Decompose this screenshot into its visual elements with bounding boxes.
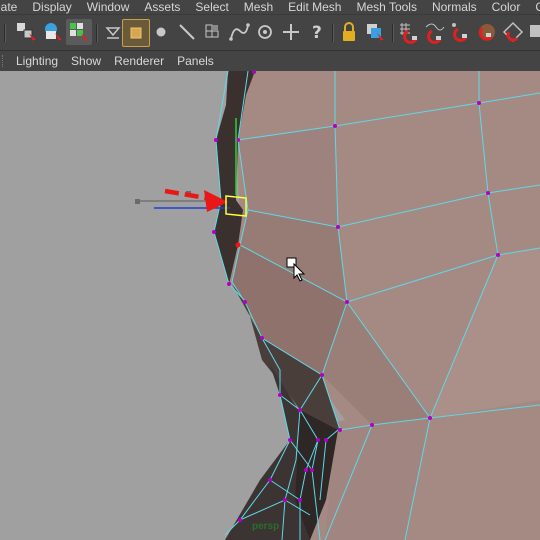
- select-by-object-icon[interactable]: [40, 19, 66, 45]
- camera-label: persp: [252, 521, 280, 532]
- snap-live-icon[interactable]: [500, 19, 526, 45]
- select-curve-icon[interactable]: [226, 19, 252, 45]
- menu-item-eate[interactable]: eate: [0, 0, 25, 14]
- menu-item-window[interactable]: Window: [80, 0, 138, 14]
- select-edge-icon[interactable]: [174, 19, 200, 45]
- select-misc-icon[interactable]: ?: [304, 19, 330, 45]
- snap-extra-icon[interactable]: [526, 19, 540, 45]
- select-by-component-icon[interactable]: [66, 19, 92, 45]
- snap-grid-icon[interactable]: [396, 19, 422, 45]
- select-vertex-icon[interactable]: [148, 19, 174, 45]
- select-point-icon[interactable]: [252, 19, 278, 45]
- panel-menu-show[interactable]: Show: [67, 54, 110, 68]
- panel-menubar: Lighting Show Renderer Panels: [0, 50, 540, 72]
- selected-vertex-red: [235, 242, 241, 248]
- select-face-icon[interactable]: [122, 19, 150, 47]
- select-by-hierarchy-icon[interactable]: [14, 19, 40, 45]
- perspective-viewport[interactable]: persp: [0, 71, 540, 540]
- menu-item-assets[interactable]: Assets: [137, 0, 188, 14]
- toolbar-separator: [332, 24, 334, 42]
- menu-item-normals[interactable]: Normals: [425, 0, 485, 14]
- menu-item-mesh-tools[interactable]: Mesh Tools: [349, 0, 424, 14]
- toolbar-separator: [392, 24, 394, 42]
- highlight-selection-icon[interactable]: [362, 19, 388, 45]
- snap-view-plane-icon[interactable]: [474, 19, 500, 45]
- snap-curve-icon[interactable]: [422, 19, 448, 45]
- menu-item-create-uvs[interactable]: Create UVs: [528, 0, 540, 14]
- toolbar-separator: [96, 24, 98, 42]
- toolbar-separator: [4, 24, 6, 42]
- panel-menu-panels[interactable]: Panels: [173, 54, 223, 68]
- select-pivot-icon[interactable]: [278, 19, 304, 45]
- menu-item-color[interactable]: Color: [485, 0, 529, 14]
- status-line-toolbar: ?: [0, 14, 540, 51]
- panel-menu-lighting[interactable]: Lighting: [12, 54, 67, 68]
- manipulator-handle[interactable]: [135, 199, 140, 204]
- lock-selection-icon[interactable]: [336, 19, 362, 45]
- panel-menu-renderer[interactable]: Renderer: [110, 54, 173, 68]
- main-menubar: eateDisplayWindowAssetsSelectMeshEdit Me…: [0, 0, 540, 14]
- menu-item-mesh[interactable]: Mesh: [237, 0, 281, 14]
- snap-point-icon[interactable]: [448, 19, 474, 45]
- menu-item-display[interactable]: Display: [25, 0, 79, 14]
- mesh-canvas[interactable]: [0, 71, 540, 540]
- panel-grip: [2, 55, 6, 67]
- svg-text:?: ?: [312, 23, 322, 43]
- select-uv-icon[interactable]: [200, 19, 226, 45]
- menu-item-select[interactable]: Select: [188, 0, 236, 14]
- menu-item-edit-mesh[interactable]: Edit Mesh: [281, 0, 349, 14]
